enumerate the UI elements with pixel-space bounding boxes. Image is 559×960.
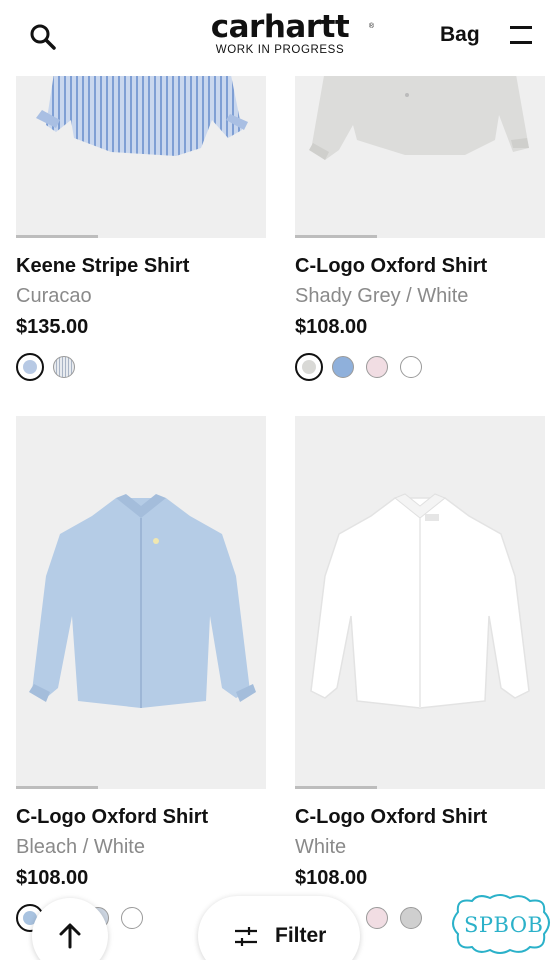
- product-card[interactable]: C-Logo Oxford Shirt Bleach / White $108.…: [16, 416, 266, 935]
- menu-icon[interactable]: [508, 24, 532, 46]
- product-price: $135.00: [16, 316, 89, 338]
- filter-label: Filter: [275, 924, 327, 947]
- color-swatch[interactable]: [295, 353, 323, 381]
- watermark-text: SPBOB: [464, 913, 544, 937]
- product-price: $108.00: [295, 867, 368, 889]
- color-swatch[interactable]: [16, 353, 44, 381]
- product-name[interactable]: C-Logo Oxford Shirt: [16, 806, 266, 829]
- product-color: Curacao: [16, 285, 92, 307]
- color-swatches: [16, 353, 266, 384]
- brand-tagline: WORK IN PROGRESS: [215, 44, 345, 56]
- brand-name: carhartt: [210, 9, 350, 45]
- product-name[interactable]: Keene Stripe Shirt: [16, 255, 266, 278]
- search-icon[interactable]: [28, 22, 58, 52]
- product-price: $108.00: [16, 867, 89, 889]
- image-progress-line: [295, 786, 377, 789]
- color-swatches: [295, 353, 545, 384]
- image-progress-line: [295, 235, 377, 238]
- product-price: $108.00: [295, 316, 368, 338]
- color-swatch[interactable]: [53, 356, 75, 378]
- watermark-badge: SPBOB: [448, 892, 554, 956]
- color-swatch[interactable]: [400, 907, 422, 929]
- brand-logo[interactable]: carhartt ® WORK IN PROGRESS: [180, 10, 380, 60]
- image-progress-line: [16, 235, 98, 238]
- product-color: Bleach / White: [16, 836, 145, 858]
- product-color: Shady Grey / White: [295, 285, 469, 307]
- product-card[interactable]: C-Logo Oxford Shirt White $108.00: [295, 416, 545, 935]
- arrow-up-icon: [59, 923, 81, 949]
- color-swatch[interactable]: [400, 356, 422, 378]
- shirt-image-white: [310, 493, 530, 709]
- color-swatch[interactable]: [366, 907, 388, 929]
- color-swatch[interactable]: [366, 356, 388, 378]
- product-image[interactable]: [16, 416, 266, 789]
- product-name[interactable]: C-Logo Oxford Shirt: [295, 255, 545, 278]
- back-to-top-button[interactable]: [32, 898, 108, 960]
- product-image[interactable]: [295, 416, 545, 789]
- product-name[interactable]: C-Logo Oxford Shirt: [295, 806, 545, 829]
- product-color: White: [295, 836, 347, 858]
- site-header: carhartt ® WORK IN PROGRESS Bag: [0, 0, 559, 76]
- product-listing-page: Keene Stripe Shirt Curacao $135.00 C-Log…: [0, 0, 559, 960]
- filter-button[interactable]: Filter: [198, 896, 360, 960]
- image-progress-line: [16, 786, 98, 789]
- color-swatch[interactable]: [332, 356, 354, 378]
- color-swatch[interactable]: [121, 907, 143, 929]
- bag-link[interactable]: Bag: [440, 23, 480, 47]
- sliders-icon: [235, 927, 257, 946]
- shirt-image-light-blue: [29, 494, 256, 708]
- trademark-icon: ®: [368, 23, 374, 30]
- product-grid: Keene Stripe Shirt Curacao $135.00 C-Log…: [0, 0, 559, 960]
